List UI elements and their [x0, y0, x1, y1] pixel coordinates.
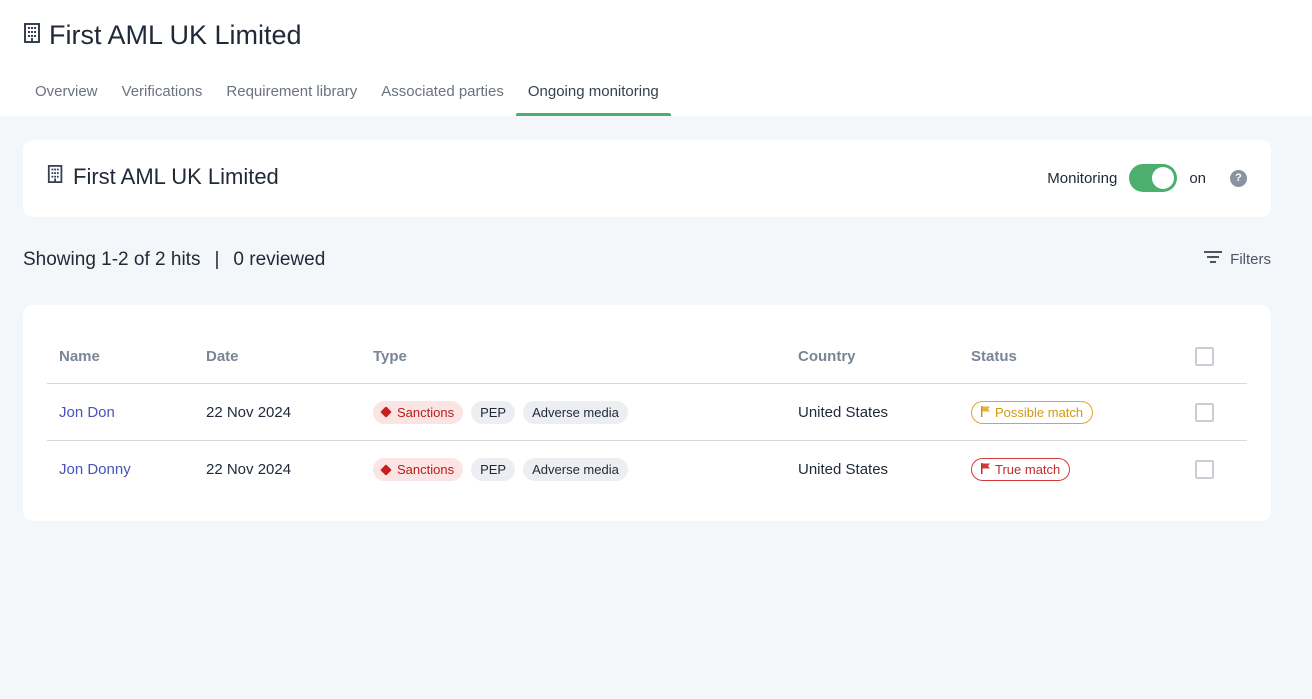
- reviewed-count: 0 reviewed: [233, 249, 326, 270]
- select-all-wrapper: [1195, 330, 1214, 383]
- filter-icon: [1204, 250, 1223, 268]
- status-badge: True match: [971, 458, 1071, 481]
- type-label: Sanctions: [397, 462, 455, 477]
- table-header: Name Date Type Country Status: [47, 330, 1247, 384]
- hit-name-cell: Jon Donny: [59, 441, 131, 498]
- row-checkbox[interactable]: [1195, 402, 1214, 422]
- column-header-type[interactable]: Type: [373, 330, 407, 383]
- column-header-status[interactable]: Status: [971, 330, 1017, 383]
- hit-country: United States: [798, 403, 889, 421]
- type-badge-sanctions: Sanctions: [373, 400, 464, 424]
- filters-label: Filters: [1230, 250, 1271, 268]
- type-badge-pep: PEP: [471, 458, 516, 481]
- hit-name-link[interactable]: Jon Donny: [59, 461, 131, 478]
- row-checkbox[interactable]: [1195, 460, 1214, 479]
- flag-icon: [981, 462, 991, 477]
- filters-button[interactable]: Filters: [1204, 250, 1271, 268]
- type-badge-adverse-media: Adverse media: [523, 400, 628, 424]
- table-row[interactable]: Jon Don 22 Nov 2024 Sanctions PEP Advers…: [47, 384, 1247, 441]
- hit-date: 22 Nov 2024: [206, 461, 292, 478]
- hit-types: Sanctions PEP Adverse media: [373, 384, 636, 440]
- type-badge-sanctions: Sanctions: [373, 458, 464, 481]
- column-header-name[interactable]: Name: [59, 330, 100, 383]
- tab-ongoing-monitoring[interactable]: Ongoing monitoring: [515, 76, 671, 116]
- select-all-checkbox[interactable]: [1195, 347, 1214, 366]
- hit-status-cell: Possible match: [971, 384, 1094, 440]
- hit-name-link[interactable]: Jon Don: [59, 404, 115, 421]
- building-icon: [47, 164, 65, 190]
- showing-count: Showing 1-2 of 2 hits: [23, 249, 201, 270]
- hit-date: 22 Nov 2024: [206, 403, 292, 421]
- page-title: First AML UK Limited: [23, 20, 302, 51]
- table-row[interactable]: Jon Donny 22 Nov 2024 Sanctions PEP Adve…: [47, 441, 1247, 498]
- hit-types: Sanctions PEP Adverse media: [373, 441, 636, 498]
- row-checkbox-wrapper: [1195, 441, 1214, 498]
- status-text: Possible match: [995, 404, 1084, 420]
- toggle-knob: [1152, 167, 1175, 189]
- entity-name: First AML UK Limited: [73, 164, 279, 189]
- status-badge: Possible match: [971, 400, 1094, 424]
- status-text: True match: [995, 462, 1061, 477]
- column-header-country[interactable]: Country: [798, 330, 856, 383]
- page-header: First AML UK Limited Overview Verificati…: [0, 0, 1312, 116]
- flag-icon: [981, 405, 991, 420]
- type-label: Sanctions: [397, 404, 455, 420]
- tab-overview[interactable]: Overview: [23, 76, 110, 116]
- results-summary: Showing 1-2 of 2 hits | 0 reviewed: [23, 249, 325, 271]
- type-badge-pep: PEP: [471, 400, 516, 424]
- tab-bar: Overview Verifications Requirement libra…: [23, 76, 671, 116]
- summary-separator: |: [214, 249, 220, 270]
- entity-card: First AML UK Limited Monitoring on ?: [23, 140, 1271, 217]
- column-header-date[interactable]: Date: [206, 330, 239, 383]
- tab-requirement-library[interactable]: Requirement library: [214, 76, 369, 116]
- entity-title: First AML UK Limited: [47, 164, 279, 190]
- tab-verifications[interactable]: Verifications: [110, 76, 215, 116]
- page-title-text: First AML UK Limited: [49, 20, 302, 50]
- building-icon: [23, 20, 43, 51]
- hit-name-cell: Jon Don: [59, 384, 115, 440]
- hits-table: Name Date Type Country Status Jon Don 22…: [23, 305, 1271, 521]
- monitoring-toggle[interactable]: [1129, 164, 1178, 192]
- hit-status-cell: True match: [971, 441, 1071, 498]
- type-badge-adverse-media: Adverse media: [523, 458, 628, 481]
- help-icon[interactable]: ?: [1230, 169, 1247, 187]
- tab-associated-parties[interactable]: Associated parties: [369, 76, 516, 116]
- row-checkbox-wrapper: [1195, 384, 1214, 440]
- monitoring-label: Monitoring: [1047, 169, 1118, 187]
- sanctions-diamond-icon: [380, 406, 392, 418]
- monitoring-state: on: [1189, 169, 1206, 187]
- monitoring-control: Monitoring on ?: [1047, 164, 1247, 192]
- sanctions-diamond-icon: [380, 463, 392, 476]
- hit-country: United States: [798, 461, 889, 478]
